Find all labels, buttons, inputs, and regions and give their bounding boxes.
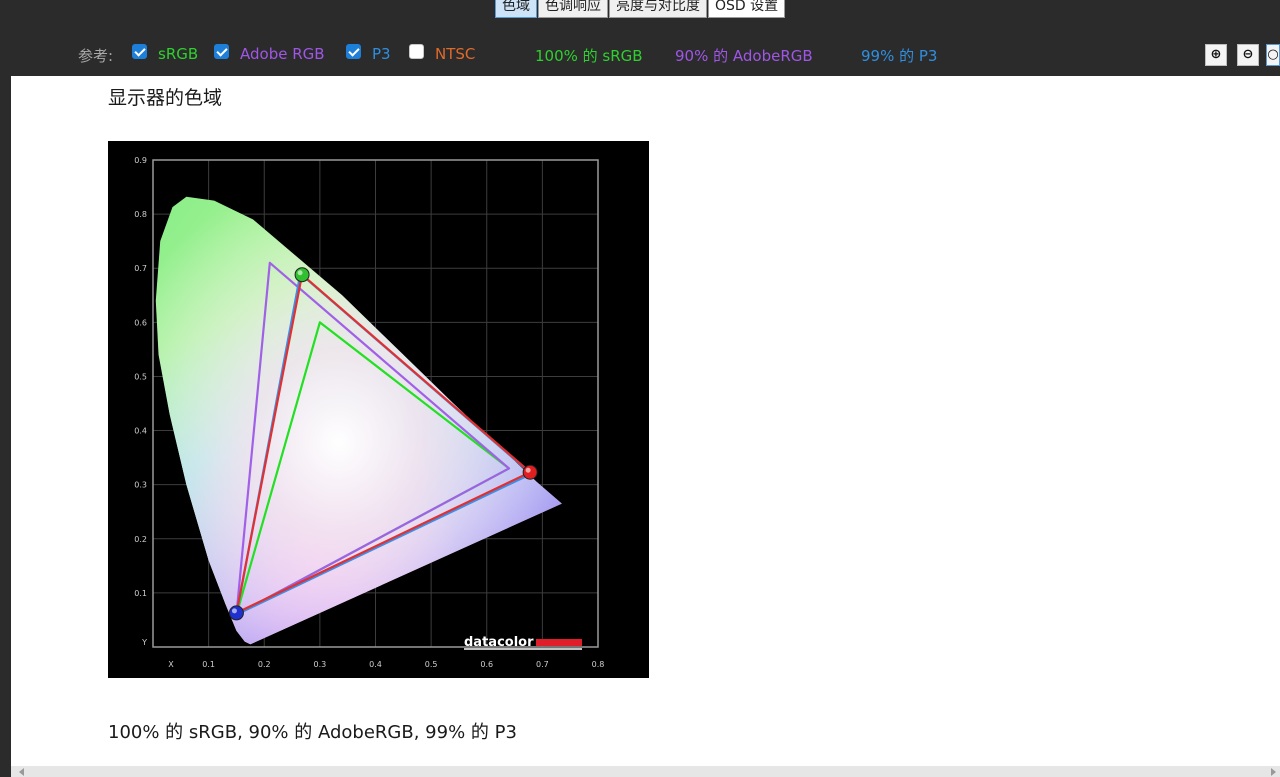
x-tick-label: 0.8: [592, 660, 605, 669]
scroll-left-icon[interactable]: [19, 768, 24, 776]
y-tick-label: 0.6: [134, 318, 147, 327]
adobe-rgb-checkbox[interactable]: [214, 44, 229, 59]
ntsc-label: NTSC: [435, 45, 476, 63]
p3-coverage: 99% 的 P3: [861, 47, 938, 65]
tab-bar: 色域 色调响应 亮度与对比度 OSD 设置: [0, 0, 1280, 22]
zoom-in-button[interactable]: ⊕: [1205, 44, 1227, 66]
primary-point-highlight: [297, 270, 303, 276]
zoom-out-button[interactable]: ⊖: [1237, 44, 1259, 66]
x-tick-label: 0.7: [536, 660, 549, 669]
y-axis-label: Y: [141, 638, 147, 647]
srgb-checkbox[interactable]: [132, 44, 147, 59]
y-tick-label: 0.5: [134, 372, 147, 381]
p3-checkbox[interactable]: [346, 44, 361, 59]
tab-gamut[interactable]: 色域: [495, 0, 537, 18]
y-tick-label: 0.4: [134, 427, 147, 436]
datacolor-logo: datacolor: [464, 635, 534, 650]
primary-point-highlight: [525, 467, 531, 473]
tab-tone-response[interactable]: 色调响应: [538, 0, 608, 18]
primary-point-highlight: [231, 608, 237, 614]
x-tick-label: 0.2: [258, 660, 271, 669]
primary-point: [294, 267, 310, 283]
zoom-reset-button[interactable]: ○: [1266, 44, 1280, 66]
reference-label: 参考:: [78, 47, 114, 65]
x-tick-label: 0.1: [202, 660, 215, 669]
y-tick-label: 0.8: [134, 210, 147, 219]
gamut-chart: 0.1 0.2 0.3 0.4 0.5 0.6 0.7 0.8 0.1 0.2 0.3 0.4 0.5 0…: [108, 141, 649, 678]
tab-osd-settings[interactable]: OSD 设置: [708, 0, 786, 18]
srgb-label: sRGB: [158, 45, 199, 63]
tab-list: 色域 色调响应 亮度与对比度 OSD 设置: [495, 0, 786, 18]
y-tick-label: 0.9: [134, 156, 147, 165]
x-tick-label: 0.5: [425, 660, 438, 669]
p3-label: P3: [372, 45, 391, 63]
report-content: 显示器的色域 0.1 0.2 0.3 0.4 0.5 0.6 0.7 0.8 0.1 0.2 0.3…: [11, 76, 1280, 766]
adobe-rgb-label: Adobe RGB: [240, 45, 325, 63]
adobe-rgb-coverage: 90% 的 AdobeRGB: [675, 47, 813, 65]
x-tick-label: 0.3: [314, 660, 327, 669]
primary-point: [228, 605, 244, 621]
zoom-in-icon: ⊕: [1210, 47, 1222, 62]
zoom-out-icon: ⊖: [1242, 47, 1254, 62]
x-tick-label: 0.6: [480, 660, 493, 669]
srgb-coverage: 100% 的 sRGB: [535, 47, 643, 65]
y-tick-label: 0.1: [134, 589, 147, 598]
tab-brightness-contrast[interactable]: 亮度与对比度: [609, 0, 707, 18]
y-tick-label: 0.3: [134, 481, 147, 490]
zoom-reset-icon: ○: [1267, 47, 1279, 62]
y-tick-label: 0.7: [134, 264, 147, 273]
coverage-caption: 100% 的 sRGB, 90% 的 AdobeRGB, 99% 的 P3: [108, 722, 517, 743]
x-axis-label: X: [168, 660, 174, 669]
horizontal-scrollbar[interactable]: [11, 766, 1280, 777]
primary-point: [522, 464, 538, 480]
cie-diagram: 0.1 0.2 0.3 0.4 0.5 0.6 0.7 0.8 0.1 0.2 0.3 0.4 0.5 0…: [108, 141, 649, 678]
datacolor-logo-bar: [536, 639, 582, 646]
page-title: 显示器的色域: [108, 87, 223, 109]
scroll-right-icon[interactable]: [1271, 768, 1276, 776]
x-tick-label: 0.4: [369, 660, 382, 669]
ntsc-checkbox[interactable]: [409, 44, 424, 59]
y-tick-label: 0.2: [134, 535, 147, 544]
